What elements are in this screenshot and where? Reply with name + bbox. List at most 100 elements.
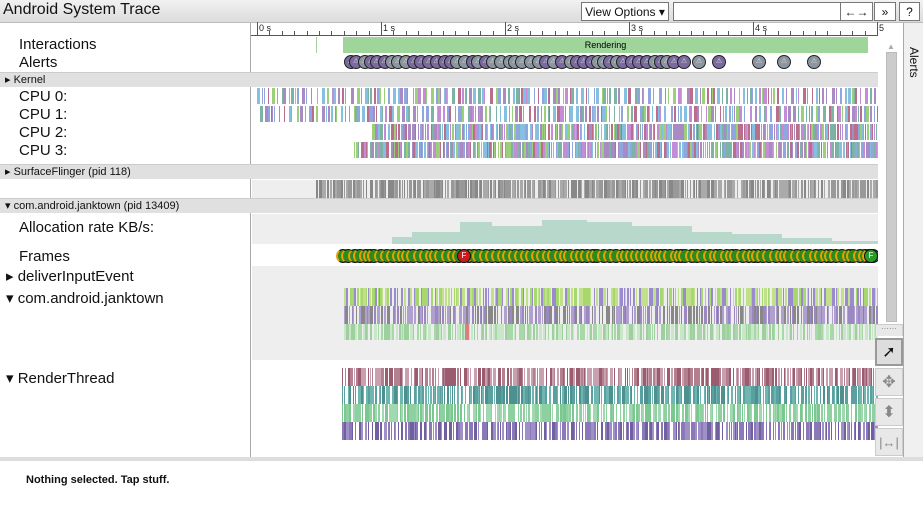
janktown-slice: [484, 324, 486, 340]
surfaceflinger-slice: [624, 180, 626, 198]
renderthread-slice: [556, 386, 558, 404]
renderthread-slice: [481, 386, 484, 404]
view-options-button[interactable]: View Options ▾: [581, 2, 669, 21]
cpu-slice: [840, 88, 843, 104]
janktown-slice: [711, 288, 714, 306]
surfaceflinger-header[interactable]: ▸ SurfaceFlinger (pid 118): [0, 164, 888, 179]
pan-icon[interactable]: ✥: [875, 368, 903, 396]
renderthread-slice: [452, 422, 454, 440]
cpu-slice: [699, 88, 701, 104]
renderthread-slice: [855, 422, 857, 440]
cpu-slice: [454, 106, 456, 122]
cpu-slice: [408, 106, 411, 122]
janktown-slice: [487, 288, 489, 306]
cpu-slice: [576, 88, 579, 104]
cpu-slice: [827, 124, 829, 140]
cpu-slice: [547, 88, 550, 104]
janktown-slice: [648, 324, 652, 340]
janktown-slice: [671, 306, 675, 324]
cpu-slice: [562, 124, 564, 140]
kernel-header[interactable]: ▸ Kernel: [0, 72, 888, 87]
janktown-slice: [501, 306, 503, 324]
renderthread-slice: [542, 368, 545, 386]
cpu-slice: [722, 88, 724, 104]
toolbar-drag-handle[interactable]: ⋯⋯: [875, 324, 903, 336]
renderthread-slice: [380, 422, 383, 440]
janktown-slice: [668, 306, 670, 324]
cpu-slice: [519, 142, 521, 158]
ruler-tick: [356, 31, 358, 35]
janktown-slice: [411, 306, 413, 324]
zoom-to-selection-icon[interactable]: ←→: [840, 2, 873, 21]
janktown-process-header[interactable]: ▾ com.android.janktown (pid 13409): [0, 198, 888, 213]
alert-icon[interactable]: ⚠: [692, 55, 706, 69]
renderthread-slice: [824, 404, 826, 422]
renderthread-slice: [531, 386, 534, 404]
alert-icon[interactable]: ⚠: [807, 55, 821, 69]
next-button[interactable]: »: [874, 2, 896, 21]
renderthread-slice: [657, 422, 660, 440]
deliver-input-toggle[interactable]: ▸ deliverInputEvent: [6, 267, 134, 285]
cpu-slice: [389, 124, 391, 140]
renderthread-slice: [627, 422, 629, 440]
renderthread-slice: [504, 404, 507, 422]
help-button[interactable]: ?: [899, 2, 920, 21]
renderthread-slice: [871, 368, 873, 386]
select-icon[interactable]: ➚: [875, 338, 903, 366]
renderthread-slice: [535, 386, 537, 404]
ruler-label: 2 s: [507, 23, 520, 33]
renderthread-slice: [709, 404, 712, 422]
timing-icon[interactable]: |↔|: [875, 428, 903, 456]
renderthread-slice: [774, 404, 776, 422]
janktown-slice: [738, 324, 741, 340]
alerts-side-panel[interactable]: Alerts: [903, 23, 923, 457]
app-title: Android System Trace: [3, 1, 161, 18]
janktown-slice: [465, 324, 469, 340]
renderthread-slice: [843, 368, 845, 386]
surfaceflinger-slice: [420, 180, 422, 198]
cpu-slice: [720, 106, 722, 122]
cpu-slice: [811, 106, 813, 122]
time-ruler[interactable]: 0 s1 s2 s3 s4 s5 s: [251, 22, 884, 43]
zoom-icon[interactable]: ⬍: [875, 398, 903, 426]
janktown-slice: [423, 306, 426, 324]
renderthread-slice: [402, 422, 404, 440]
search-input[interactable]: [673, 2, 840, 21]
renderthread-slice: [652, 422, 655, 440]
janktown-slice: [868, 288, 871, 306]
surfaceflinger-slice: [657, 180, 659, 198]
renderthread-slice: [851, 404, 853, 422]
janktown-slice: [872, 324, 874, 340]
renderthread-slice: [723, 404, 726, 422]
scroll-up-icon[interactable]: ▲: [887, 42, 895, 51]
cpu-slice: [654, 124, 656, 140]
surfaceflinger-slice: [366, 180, 368, 198]
renderthread-slice: [559, 422, 561, 440]
cpu-slice: [742, 88, 745, 104]
renderthread-slice: [422, 386, 425, 404]
cpu-slice: [261, 88, 263, 104]
renderthread-slice: [737, 368, 739, 386]
janktown-slice: [674, 288, 676, 306]
renderthread-toggle[interactable]: ▾ RenderThread: [6, 369, 114, 387]
scrollbar-thumb[interactable]: [886, 52, 897, 322]
cpu-slice: [831, 142, 834, 158]
cpu-slice: [264, 88, 266, 104]
alert-icon[interactable]: ⚠: [677, 55, 691, 69]
cpu-slice: [534, 106, 537, 122]
janktown-slice: [404, 288, 407, 306]
surfaceflinger-slice: [509, 180, 512, 198]
ruler-tick: [567, 31, 568, 35]
cpu-slice: [832, 88, 836, 104]
alert-icon[interactable]: ⚠: [752, 55, 766, 69]
janktown-slice: [806, 324, 808, 340]
renderthread-slice: [548, 386, 551, 404]
renderthread-slice: [731, 386, 734, 404]
renderthread-slice: [779, 386, 781, 404]
janktown-thread-toggle[interactable]: ▾ com.android.janktown: [6, 289, 164, 307]
cpu-slice: [297, 88, 300, 104]
cpu-slice: [649, 106, 651, 122]
track-area[interactable]: Rendering⚠⚠⚠⚠⚠⚠⚠⚠⚠⚠⚠⚠⚠⚠⚠⚠⚠⚠⚠⚠⚠⚠⚠⚠⚠⚠⚠⚠⚠⚠⚠…: [252, 36, 878, 457]
alert-icon[interactable]: ⚠: [712, 55, 726, 69]
alert-icon[interactable]: ⚠: [777, 55, 791, 69]
